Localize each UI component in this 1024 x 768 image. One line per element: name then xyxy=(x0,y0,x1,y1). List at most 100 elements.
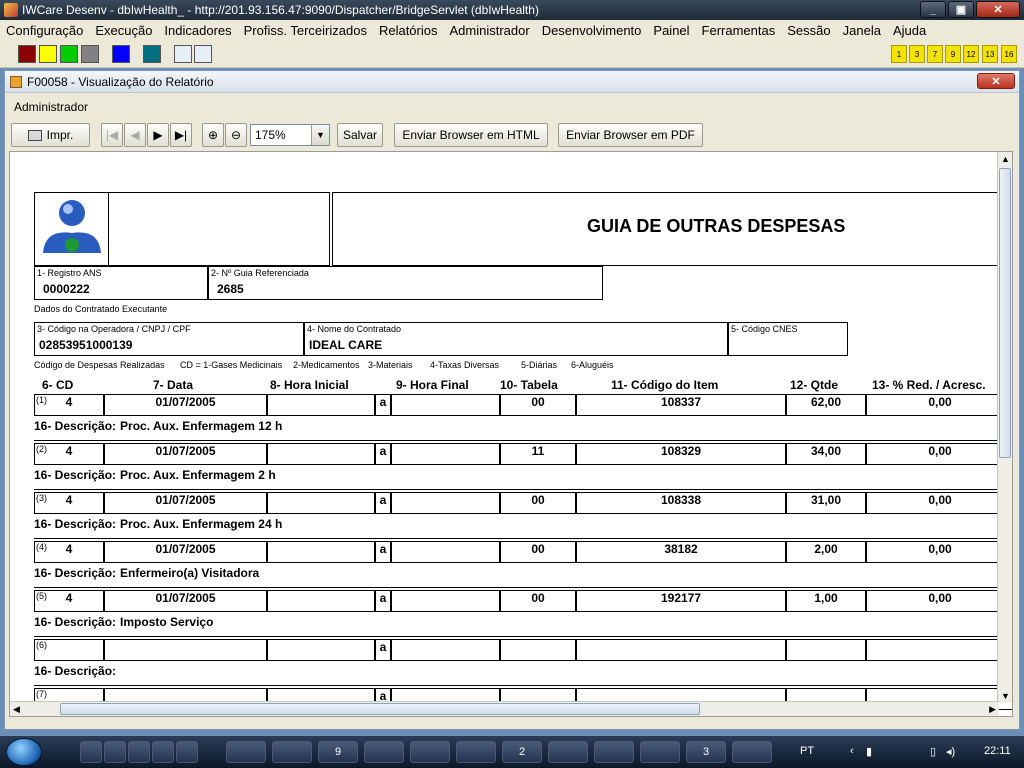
color-swatch-teal[interactable] xyxy=(143,45,161,63)
vertical-scrollbar[interactable]: ▲ ▼ xyxy=(997,152,1012,703)
scroll-down-icon[interactable]: ▼ xyxy=(1001,691,1010,701)
description-prefix: 16- Descrição: xyxy=(34,517,117,531)
firefox-icon[interactable] xyxy=(176,741,198,763)
cell-hora-final xyxy=(391,394,500,416)
color-swatch-green[interactable] xyxy=(60,45,78,63)
save-button[interactable]: Salvar xyxy=(337,123,383,147)
color-swatch-darkred[interactable] xyxy=(18,45,36,63)
horizontal-scroll-thumb[interactable] xyxy=(60,703,700,715)
legend-gases: CD = 1-Gases Medicinais xyxy=(180,360,283,370)
java-icon[interactable] xyxy=(152,741,174,763)
taskbar-folders[interactable] xyxy=(226,741,266,763)
taskbar-pdf-group[interactable]: 3 xyxy=(686,741,726,763)
frame-close-button[interactable]: ✕ xyxy=(977,73,1015,89)
next-page-button[interactable]: ▶ xyxy=(147,123,169,147)
taskbar-app-3[interactable] xyxy=(548,741,588,763)
chevron-down-icon[interactable]: ▼ xyxy=(311,125,329,145)
taskbar-app-1[interactable] xyxy=(272,741,312,763)
taskbar-firefox-group[interactable]: 9 xyxy=(318,741,358,763)
taskbar-calculator[interactable] xyxy=(456,741,496,763)
scroll-up-icon[interactable]: ▲ xyxy=(1001,154,1010,164)
taskbar-remote-desktop[interactable] xyxy=(732,741,772,763)
color-swatch-yellow[interactable] xyxy=(39,45,57,63)
print-button[interactable]: Impr. xyxy=(11,123,90,147)
quick-button-7[interactable]: 7 xyxy=(927,45,943,63)
language-indicator[interactable]: PT xyxy=(800,745,814,757)
menu-administrador[interactable]: Administrador xyxy=(443,23,535,38)
quick-button-9[interactable]: 9 xyxy=(945,45,961,63)
battery-icon[interactable]: ▯ xyxy=(930,745,936,758)
quick-button-12[interactable]: 12 xyxy=(963,45,979,63)
cell-red-acresc: 0,00 xyxy=(866,394,1012,416)
print-label: Impr. xyxy=(46,128,74,142)
taskbar-document[interactable] xyxy=(594,741,634,763)
cell-cd: 4 xyxy=(34,394,104,416)
maximize-button[interactable]: ▣ xyxy=(948,1,974,18)
cell-tabela: 00 xyxy=(500,590,576,612)
send-html-button[interactable]: Enviar Browser em HTML xyxy=(394,123,548,147)
cell-tabela: 11 xyxy=(500,443,576,465)
cell-tabela: 00 xyxy=(500,541,576,563)
explorer-icon[interactable] xyxy=(104,741,126,763)
quick-button-13[interactable]: 13 xyxy=(982,45,998,63)
description-prefix: 16- Descrição: xyxy=(34,419,117,433)
minimize-button[interactable]: _ xyxy=(920,1,946,18)
horizontal-scrollbar[interactable]: ◀ ▶ xyxy=(10,701,999,716)
cell-separator: a xyxy=(375,492,391,514)
volume-icon[interactable]: ◂) xyxy=(946,745,955,758)
window-titlebar: IWCare Desenv - dbIwHealth_ - http://201… xyxy=(0,0,1024,20)
menu-indicadores[interactable]: Indicadores xyxy=(158,23,237,38)
window-title: IWCare Desenv - dbIwHealth_ - http://201… xyxy=(22,3,539,17)
menu-janela[interactable]: Janela xyxy=(837,23,887,38)
quick-button-1[interactable]: 1 xyxy=(891,45,907,63)
scroll-right-icon[interactable]: ▶ xyxy=(989,704,996,715)
media-icon[interactable] xyxy=(128,741,150,763)
menu-sessao[interactable]: Sessão xyxy=(781,23,836,38)
cell-cd: 4 xyxy=(34,590,104,612)
tray-network-icon[interactable]: ▮ xyxy=(866,745,872,758)
chevron-left-icon[interactable]: ‹ xyxy=(850,745,854,757)
taskbar-app-2[interactable] xyxy=(364,741,404,763)
close-window-button[interactable]: ✕ xyxy=(976,1,1020,18)
menu-ajuda[interactable]: Ajuda xyxy=(887,23,932,38)
zoom-in-button[interactable]: ⊕ xyxy=(202,123,224,147)
send-pdf-button[interactable]: Enviar Browser em PDF xyxy=(558,123,703,147)
zoom-in-icon: ⊕ xyxy=(207,128,219,142)
report-page: GUIA DE OUTRAS DESPESAS 1- Registro ANS … xyxy=(9,151,1013,717)
zoom-select[interactable]: 175% ▼ xyxy=(250,124,330,146)
cell-qtde: 34,00 xyxy=(786,443,866,465)
quick-button-16[interactable]: 16 xyxy=(1001,45,1017,63)
first-page-button[interactable]: |◀ xyxy=(101,123,123,147)
cell-hora-inicial xyxy=(267,394,375,416)
menu-relatorios[interactable]: Relatórios xyxy=(373,23,444,38)
taskbar-skype[interactable] xyxy=(410,741,450,763)
cell-qtde xyxy=(786,639,866,661)
last-page-button[interactable]: ▶| xyxy=(170,123,192,147)
quick-button-3[interactable]: 3 xyxy=(909,45,925,63)
printer-icon xyxy=(27,129,42,141)
layout-icon[interactable] xyxy=(174,45,192,63)
vertical-scroll-thumb[interactable] xyxy=(999,168,1011,458)
color-swatch-blue[interactable] xyxy=(112,45,130,63)
menu-profiss-terceirizados[interactable]: Profiss. Terceirizados xyxy=(238,23,373,38)
start-button[interactable] xyxy=(6,738,42,766)
show-desktop-icon[interactable] xyxy=(80,741,102,763)
color-swatch-gray[interactable] xyxy=(81,45,99,63)
taskbar-java-group[interactable]: 2 xyxy=(502,741,542,763)
previous-page-button[interactable]: ◀ xyxy=(124,123,146,147)
menu-execucao[interactable]: Execução xyxy=(89,23,158,38)
menu-configuracao[interactable]: Configuração xyxy=(0,23,89,38)
windows-icon[interactable] xyxy=(194,45,212,63)
zoom-out-button[interactable]: ⊖ xyxy=(225,123,247,147)
menu-desenvolvimento[interactable]: Desenvolvimento xyxy=(536,23,648,38)
menu-ferramentas[interactable]: Ferramentas xyxy=(696,23,782,38)
cell-separator: a xyxy=(375,541,391,563)
cell-hora-final xyxy=(391,443,500,465)
cnes-label: 5- Código CNES xyxy=(731,324,798,334)
menu-painel[interactable]: Painel xyxy=(647,23,695,38)
color-toolbar xyxy=(0,40,1024,68)
clock[interactable]: 22:11 xyxy=(984,745,1011,757)
cell-data: 01/07/2005 xyxy=(104,394,267,416)
taskbar-app-4[interactable] xyxy=(640,741,680,763)
scroll-left-icon[interactable]: ◀ xyxy=(13,704,20,715)
